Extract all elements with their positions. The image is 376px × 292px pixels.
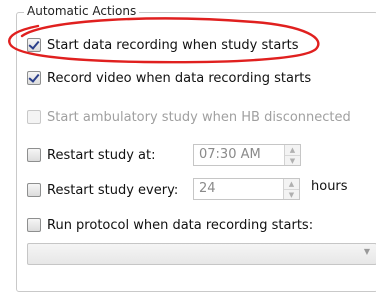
protocol-dropdown[interactable]: ▼ xyxy=(27,243,376,265)
highlight-ellipse xyxy=(8,17,320,64)
automatic-actions-panel: Automatic Actions Start data recording w… xyxy=(0,0,376,292)
spin-down-icon[interactable]: ▼ xyxy=(284,189,299,199)
option-label: Record video when data recording starts xyxy=(47,70,312,86)
record-video-checkbox[interactable] xyxy=(27,71,41,85)
option-label: Restart study every: xyxy=(47,182,179,198)
option-label: Start ambulatory study when HB disconnec… xyxy=(47,109,351,125)
restart-every-checkbox[interactable] xyxy=(27,183,41,197)
start-ambulatory-checkbox xyxy=(27,110,41,124)
spin-down-icon[interactable]: ▼ xyxy=(285,155,300,165)
restart-time-value: 07:30 AM xyxy=(199,147,261,162)
restart-interval-spinner[interactable]: 24 ▲ ▼ xyxy=(193,178,300,200)
spin-up-icon[interactable]: ▲ xyxy=(284,179,299,189)
hours-unit-label: hours xyxy=(311,179,348,194)
option-start-ambulatory-study: Start ambulatory study when HB disconnec… xyxy=(27,107,351,127)
time-spin-buttons: ▲ ▼ xyxy=(284,145,300,165)
option-label: Run protocol when data recording starts: xyxy=(47,217,314,233)
chevron-down-icon[interactable]: ▼ xyxy=(364,247,370,256)
restart-at-checkbox[interactable] xyxy=(27,148,41,162)
option-restart-study-at[interactable]: Restart study at: xyxy=(27,145,156,165)
restart-interval-value: 24 xyxy=(199,181,216,196)
restart-time-spinner[interactable]: 07:30 AM ▲ ▼ xyxy=(193,144,301,166)
run-protocol-checkbox[interactable] xyxy=(27,218,41,232)
option-label: Restart study at: xyxy=(47,147,156,163)
interval-spin-buttons: ▲ ▼ xyxy=(283,179,299,199)
option-record-video[interactable]: Record video when data recording starts xyxy=(27,68,311,88)
option-run-protocol[interactable]: Run protocol when data recording starts: xyxy=(27,215,313,235)
option-restart-study-every[interactable]: Restart study every: xyxy=(27,180,178,200)
spin-up-icon[interactable]: ▲ xyxy=(285,145,300,155)
